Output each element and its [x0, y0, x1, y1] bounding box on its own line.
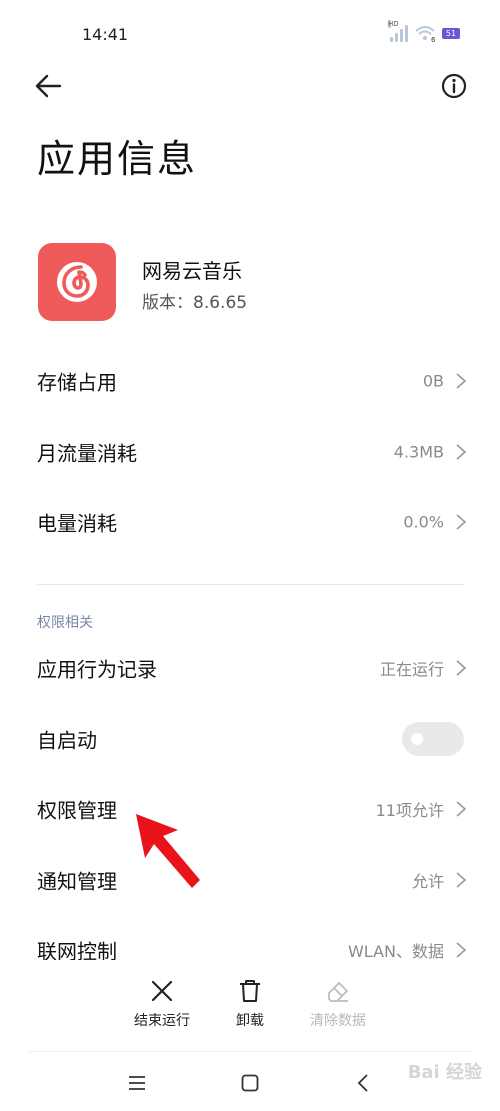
chevron-right-icon: [456, 872, 467, 888]
eraser-icon: [328, 982, 348, 1002]
annotation-arrow-icon: [136, 814, 200, 888]
wifi-label: 6: [431, 36, 436, 42]
row-label: 自启动: [37, 728, 97, 753]
permissions-section-label: 权限相关: [37, 615, 93, 631]
page-title: 应用信息: [37, 137, 198, 181]
row-value: 允许: [411, 872, 444, 891]
top-bar: [0, 62, 500, 110]
row-label: 应用行为记录: [37, 657, 157, 682]
row-label: 存储占用: [37, 370, 117, 395]
clear-data-button[interactable]: 清除数据: [293, 978, 383, 1030]
trash-icon: [240, 980, 260, 1002]
home-nav-button[interactable]: [237, 1070, 263, 1096]
app-icon: [38, 243, 116, 321]
uninstall-button[interactable]: 卸载: [205, 978, 295, 1030]
status-bar: 14:41 HD 6 51: [0, 0, 500, 60]
chevron-right-icon: [456, 373, 467, 389]
back-arrow-icon: [35, 74, 62, 98]
app-name: 网易云音乐: [142, 259, 242, 283]
close-icon: [151, 980, 173, 1002]
back-button[interactable]: [30, 70, 70, 102]
autostart-row: 自启动: [0, 709, 500, 769]
clear-data-label: 清除数据: [310, 1013, 366, 1029]
info-icon: [441, 73, 467, 99]
netease-music-logo-icon: [57, 262, 97, 302]
row-label: 月流量消耗: [37, 441, 137, 466]
row-value: 0B: [422, 371, 444, 391]
row-value: 0.0%: [403, 512, 444, 532]
row-value: 4.3MB: [393, 442, 444, 462]
chevron-right-icon: [456, 942, 467, 958]
hd-label: HD: [388, 20, 399, 28]
battery-usage-row[interactable]: 电量消耗 0.0%: [0, 492, 500, 552]
back-nav-button[interactable]: [350, 1070, 376, 1096]
battery-icon: 51: [442, 27, 460, 39]
watermark: Bai 经验: [407, 1062, 482, 1083]
wifi-icon: 6: [415, 26, 436, 42]
permission-management-row[interactable]: 权限管理 11项允许: [0, 779, 500, 839]
app-header: 网易云音乐 版本：8.6.65: [38, 243, 478, 321]
menu-icon: [129, 1076, 145, 1090]
status-icons: HD 6 51: [388, 20, 460, 42]
storage-usage-row[interactable]: 存储占用 0B: [0, 351, 500, 411]
menu-nav-button[interactable]: [124, 1070, 150, 1096]
chevron-right-icon: [456, 514, 467, 530]
info-button[interactable]: [438, 70, 470, 102]
notification-management-row[interactable]: 通知管理 允许: [0, 850, 500, 910]
chevron-right-icon: [456, 801, 467, 817]
row-label: 权限管理: [37, 798, 117, 823]
uninstall-label: 卸载: [236, 1013, 264, 1029]
cellular-signal-icon: HD: [388, 20, 408, 42]
status-time: 14:41: [82, 25, 129, 44]
bottom-action-bar: 结束运行 卸载 清除数据: [0, 960, 500, 1050]
autostart-toggle[interactable]: [402, 722, 464, 756]
row-value: WLAN、数据: [347, 942, 444, 960]
chevron-right-icon: [456, 660, 467, 676]
monthly-data-usage-row[interactable]: 月流量消耗 4.3MB: [0, 422, 500, 482]
home-icon: [241, 1074, 259, 1092]
network-control-row[interactable]: 联网控制 WLAN、数据: [0, 920, 500, 960]
row-value: 正在运行: [379, 660, 444, 679]
row-label: 通知管理: [37, 869, 117, 894]
app-version: 版本：8.6.65: [142, 293, 248, 313]
row-value: 11项允许: [375, 801, 444, 820]
section-divider: [37, 584, 464, 585]
row-label: 电量消耗: [37, 511, 117, 536]
back-chevron-icon: [357, 1074, 368, 1092]
force-stop-button[interactable]: 结束运行: [117, 978, 207, 1030]
force-stop-label: 结束运行: [134, 1013, 190, 1029]
app-behavior-record-row[interactable]: 应用行为记录 正在运行: [0, 638, 500, 698]
chevron-right-icon: [456, 444, 467, 460]
toggle-knob: [411, 733, 423, 745]
row-label: 联网控制: [37, 939, 117, 961]
